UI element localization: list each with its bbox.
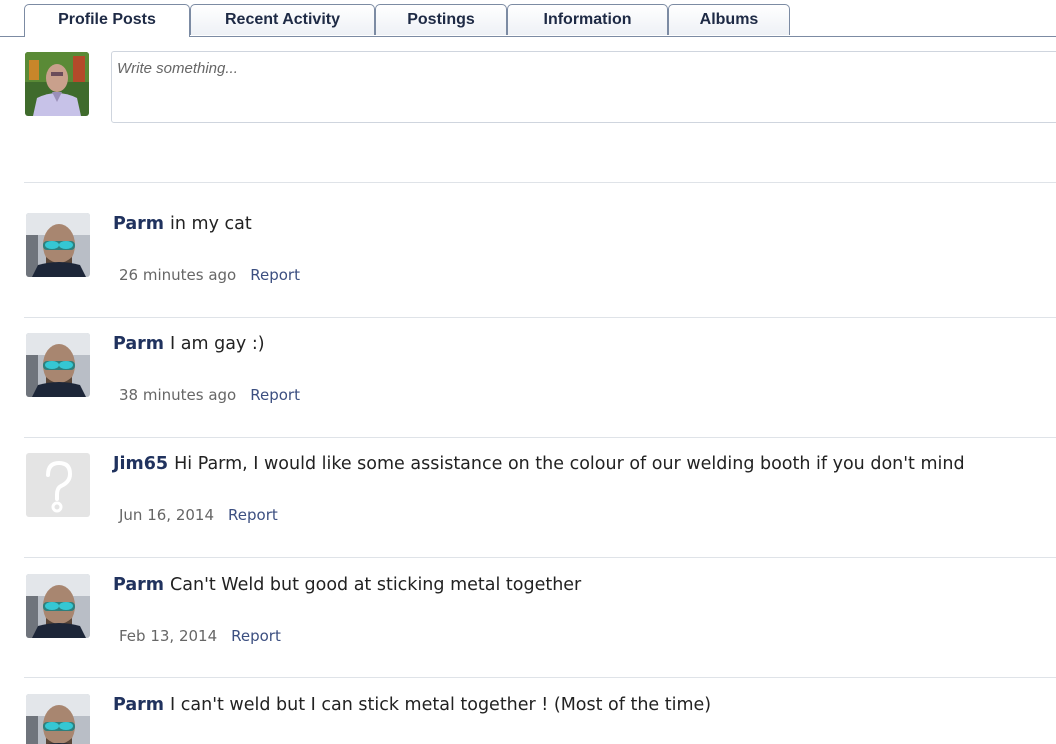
user-avatar[interactable] [26, 213, 90, 277]
post-message: Can't Weld but good at sticking metal to… [170, 575, 582, 595]
report-link[interactable]: Report [231, 627, 281, 645]
author-link[interactable]: Parm [113, 334, 164, 354]
author-link[interactable]: Jim65 [113, 454, 168, 474]
post-meta: Jun 16, 2014 Report [119, 505, 278, 525]
post-content: Parm in my cat [113, 213, 252, 235]
post-message: I can't weld but I can stick metal toget… [170, 695, 712, 715]
divider [24, 317, 1056, 318]
post-content: Parm I am gay :) [113, 333, 265, 355]
divider [24, 182, 1056, 183]
write-something-input[interactable] [111, 51, 1056, 123]
tab-albums[interactable]: Albums [668, 4, 790, 35]
post-content: Jim65 Hi Parm, I would like some assistan… [113, 453, 965, 475]
profile-post: Parm I am gay :) 38 minutes ago Report [0, 333, 1056, 453]
post-timestamp[interactable]: Jun 16, 2014 [119, 506, 214, 524]
post-timestamp[interactable]: Feb 13, 2014 [119, 627, 217, 645]
report-link[interactable]: Report [250, 386, 300, 404]
user-avatar[interactable] [26, 574, 90, 638]
author-link[interactable]: Parm [113, 575, 164, 595]
post-timestamp[interactable]: 26 minutes ago [119, 266, 236, 284]
user-avatar[interactable] [26, 333, 90, 397]
post-content: Parm I can't weld but I can stick metal t… [113, 694, 711, 716]
tab-information[interactable]: Information [507, 4, 668, 35]
tab-recent-activity[interactable]: Recent Activity [190, 4, 375, 35]
divider [24, 437, 1056, 438]
current-user-avatar[interactable] [25, 52, 89, 116]
profile-post: Parm in my cat 26 minutes ago Report [0, 213, 1056, 333]
tab-profile-posts[interactable]: Profile Posts [24, 4, 190, 37]
profile-tabs: Profile Posts Recent Activity Postings I… [0, 0, 1056, 37]
divider [24, 677, 1056, 678]
post-meta: 38 minutes ago Report [119, 385, 300, 405]
report-link[interactable]: Report [228, 506, 278, 524]
post-content: Parm Can't Weld but good at sticking meta… [113, 574, 581, 596]
profile-post: Parm I can't weld but I can stick metal t… [0, 694, 1056, 744]
post-meta: 26 minutes ago Report [119, 265, 300, 285]
author-link[interactable]: Parm [113, 214, 164, 234]
profile-post: Jim65 Hi Parm, I would like some assistan… [0, 453, 1056, 573]
post-message: Hi Parm, I would like some assistance on… [174, 454, 965, 474]
profile-post: Parm Can't Weld but good at sticking meta… [0, 574, 1056, 694]
default-avatar-icon[interactable] [26, 453, 90, 517]
divider [24, 557, 1056, 558]
post-message: in my cat [170, 214, 252, 234]
report-link[interactable]: Report [250, 266, 300, 284]
user-avatar[interactable] [26, 694, 90, 744]
tab-postings[interactable]: Postings [375, 4, 507, 35]
author-link[interactable]: Parm [113, 695, 164, 715]
post-meta: Feb 13, 2014 Report [119, 626, 281, 646]
post-timestamp[interactable]: 38 minutes ago [119, 386, 236, 404]
post-message: I am gay :) [170, 334, 265, 354]
